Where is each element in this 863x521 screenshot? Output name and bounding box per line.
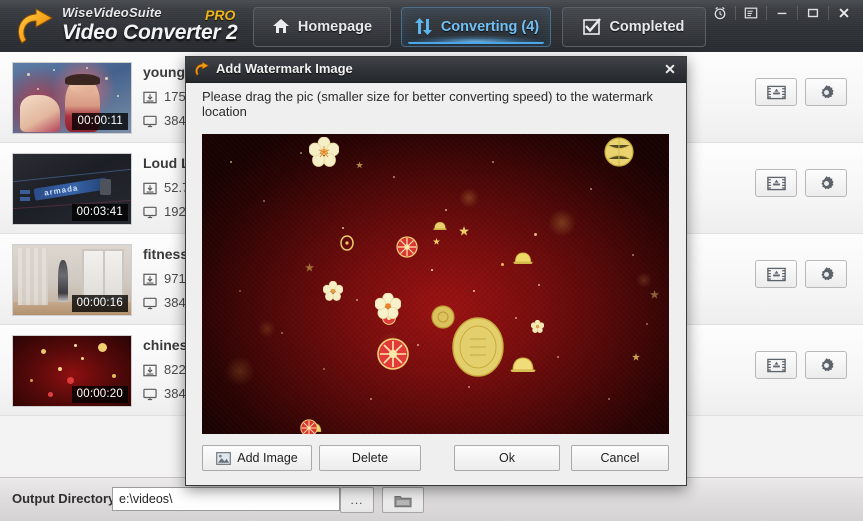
- add-image-label: Add Image: [237, 451, 298, 465]
- add-watermark-dialog: Add Watermark Image Please drag the pic …: [185, 56, 687, 486]
- disk-icon: [143, 364, 157, 377]
- open-folder-button[interactable]: [382, 487, 424, 513]
- title-bar: WiseVideoSuite Video Converter 2 PRO Hom…: [0, 0, 863, 53]
- watermark-button[interactable]: [755, 169, 797, 197]
- image-icon: [216, 451, 232, 465]
- row-actions: [755, 260, 847, 288]
- tab-converting[interactable]: Converting (4): [401, 7, 552, 47]
- gold-star-6: [650, 290, 660, 299]
- dialog-title: Add Watermark Image: [216, 61, 353, 76]
- watermark-preview-canvas[interactable]: [202, 134, 669, 434]
- monitor-icon: [143, 115, 157, 128]
- red-flower-mid: [396, 236, 418, 258]
- settings-button[interactable]: [805, 260, 847, 288]
- gold-star-1: [458, 225, 469, 236]
- brand-title: Video Converter 2: [62, 21, 238, 44]
- red-flower-large: [377, 338, 409, 370]
- tab-completed-label: Completed: [609, 19, 685, 35]
- browse-button[interactable]: ...: [340, 487, 374, 513]
- cancel-button[interactable]: Cancel: [571, 445, 669, 471]
- tab-bar: Homepage Converting (4) Completed: [253, 7, 712, 49]
- ok-button[interactable]: Ok: [454, 445, 560, 471]
- video-duration: 00:00:16: [71, 295, 128, 312]
- video-duration: 00:00:20: [71, 386, 128, 403]
- gold-ingot-mid: [513, 252, 533, 264]
- gold-star-5: [631, 353, 640, 361]
- check-box-icon: [583, 17, 602, 35]
- video-thumbnail: 00:00:20: [12, 335, 132, 407]
- gold-star-4: [304, 263, 314, 272]
- disk-icon: [143, 91, 157, 104]
- brand: WiseVideoSuite Video Converter 2 PRO: [8, 2, 248, 50]
- tab-homepage[interactable]: Homepage: [253, 7, 391, 47]
- video-thumbnail: 00:00:11: [12, 62, 132, 134]
- gold-ring: [340, 234, 354, 251]
- plum-blossom-lower: [374, 293, 401, 319]
- delete-button[interactable]: Delete: [319, 445, 421, 471]
- window-controls: [705, 0, 859, 26]
- convert-icon: [414, 17, 433, 35]
- red-flower-bottom: [300, 419, 318, 434]
- gold-coin: [452, 317, 504, 377]
- close-icon[interactable]: [658, 59, 682, 79]
- gold-lantern-topright: [604, 137, 634, 167]
- gold-star-2: [433, 237, 441, 245]
- gold-ingot-right: [510, 357, 536, 372]
- plum-blossom-top: [309, 137, 340, 167]
- maximize-icon[interactable]: [798, 1, 828, 25]
- alarm-icon[interactable]: [705, 1, 735, 25]
- preview-background: [202, 134, 669, 434]
- gold-ingot-upper: [433, 221, 447, 230]
- video-duration: 00:03:41: [71, 204, 128, 221]
- app-window: WiseVideoSuite Video Converter 2 PRO Hom…: [0, 0, 863, 521]
- watermark-button[interactable]: [755, 78, 797, 106]
- app-logo-icon: [12, 7, 56, 49]
- tasklist-icon[interactable]: [736, 1, 766, 25]
- output-directory-label: Output Directory:: [12, 491, 120, 506]
- row-actions: [755, 169, 847, 197]
- video-duration: 00:00:11: [72, 113, 128, 130]
- pro-badge: PRO: [205, 7, 236, 23]
- monitor-icon: [143, 297, 157, 310]
- tab-homepage-label: Homepage: [297, 19, 373, 35]
- close-icon[interactable]: [829, 1, 859, 25]
- monitor-icon: [143, 206, 157, 219]
- dialog-title-bar: Add Watermark Image: [186, 57, 686, 83]
- minimize-icon[interactable]: [767, 1, 797, 25]
- add-image-button[interactable]: Add Image: [202, 445, 312, 471]
- output-directory-input[interactable]: [112, 487, 340, 511]
- plum-blossom-right: [531, 320, 545, 333]
- disk-icon: [143, 182, 157, 195]
- disk-icon: [143, 273, 157, 286]
- dialog-hint: Please drag the pic (smaller size for be…: [202, 89, 653, 119]
- video-thumbnail: armada 00:03:41: [12, 153, 132, 225]
- settings-button[interactable]: [805, 351, 847, 379]
- person: [57, 260, 69, 304]
- home-icon: [272, 18, 290, 34]
- row-actions: [755, 78, 847, 106]
- tab-completed[interactable]: Completed: [561, 7, 706, 47]
- plum-blossom-mid: [323, 281, 344, 301]
- dialog-actions: Add Image Delete Ok Cancel: [186, 445, 686, 485]
- video-thumbnail: 00:00:16: [12, 244, 132, 316]
- gold-star-3: [356, 161, 364, 169]
- settings-button[interactable]: [805, 78, 847, 106]
- app-logo-icon: [193, 61, 210, 78]
- monitor-icon: [143, 388, 157, 401]
- gold-coin-small: [431, 305, 455, 329]
- row-actions: [755, 351, 847, 379]
- settings-button[interactable]: [805, 169, 847, 197]
- watermark-button[interactable]: [755, 260, 797, 288]
- tab-converting-label: Converting (4): [440, 19, 540, 35]
- watermark-button[interactable]: [755, 351, 797, 379]
